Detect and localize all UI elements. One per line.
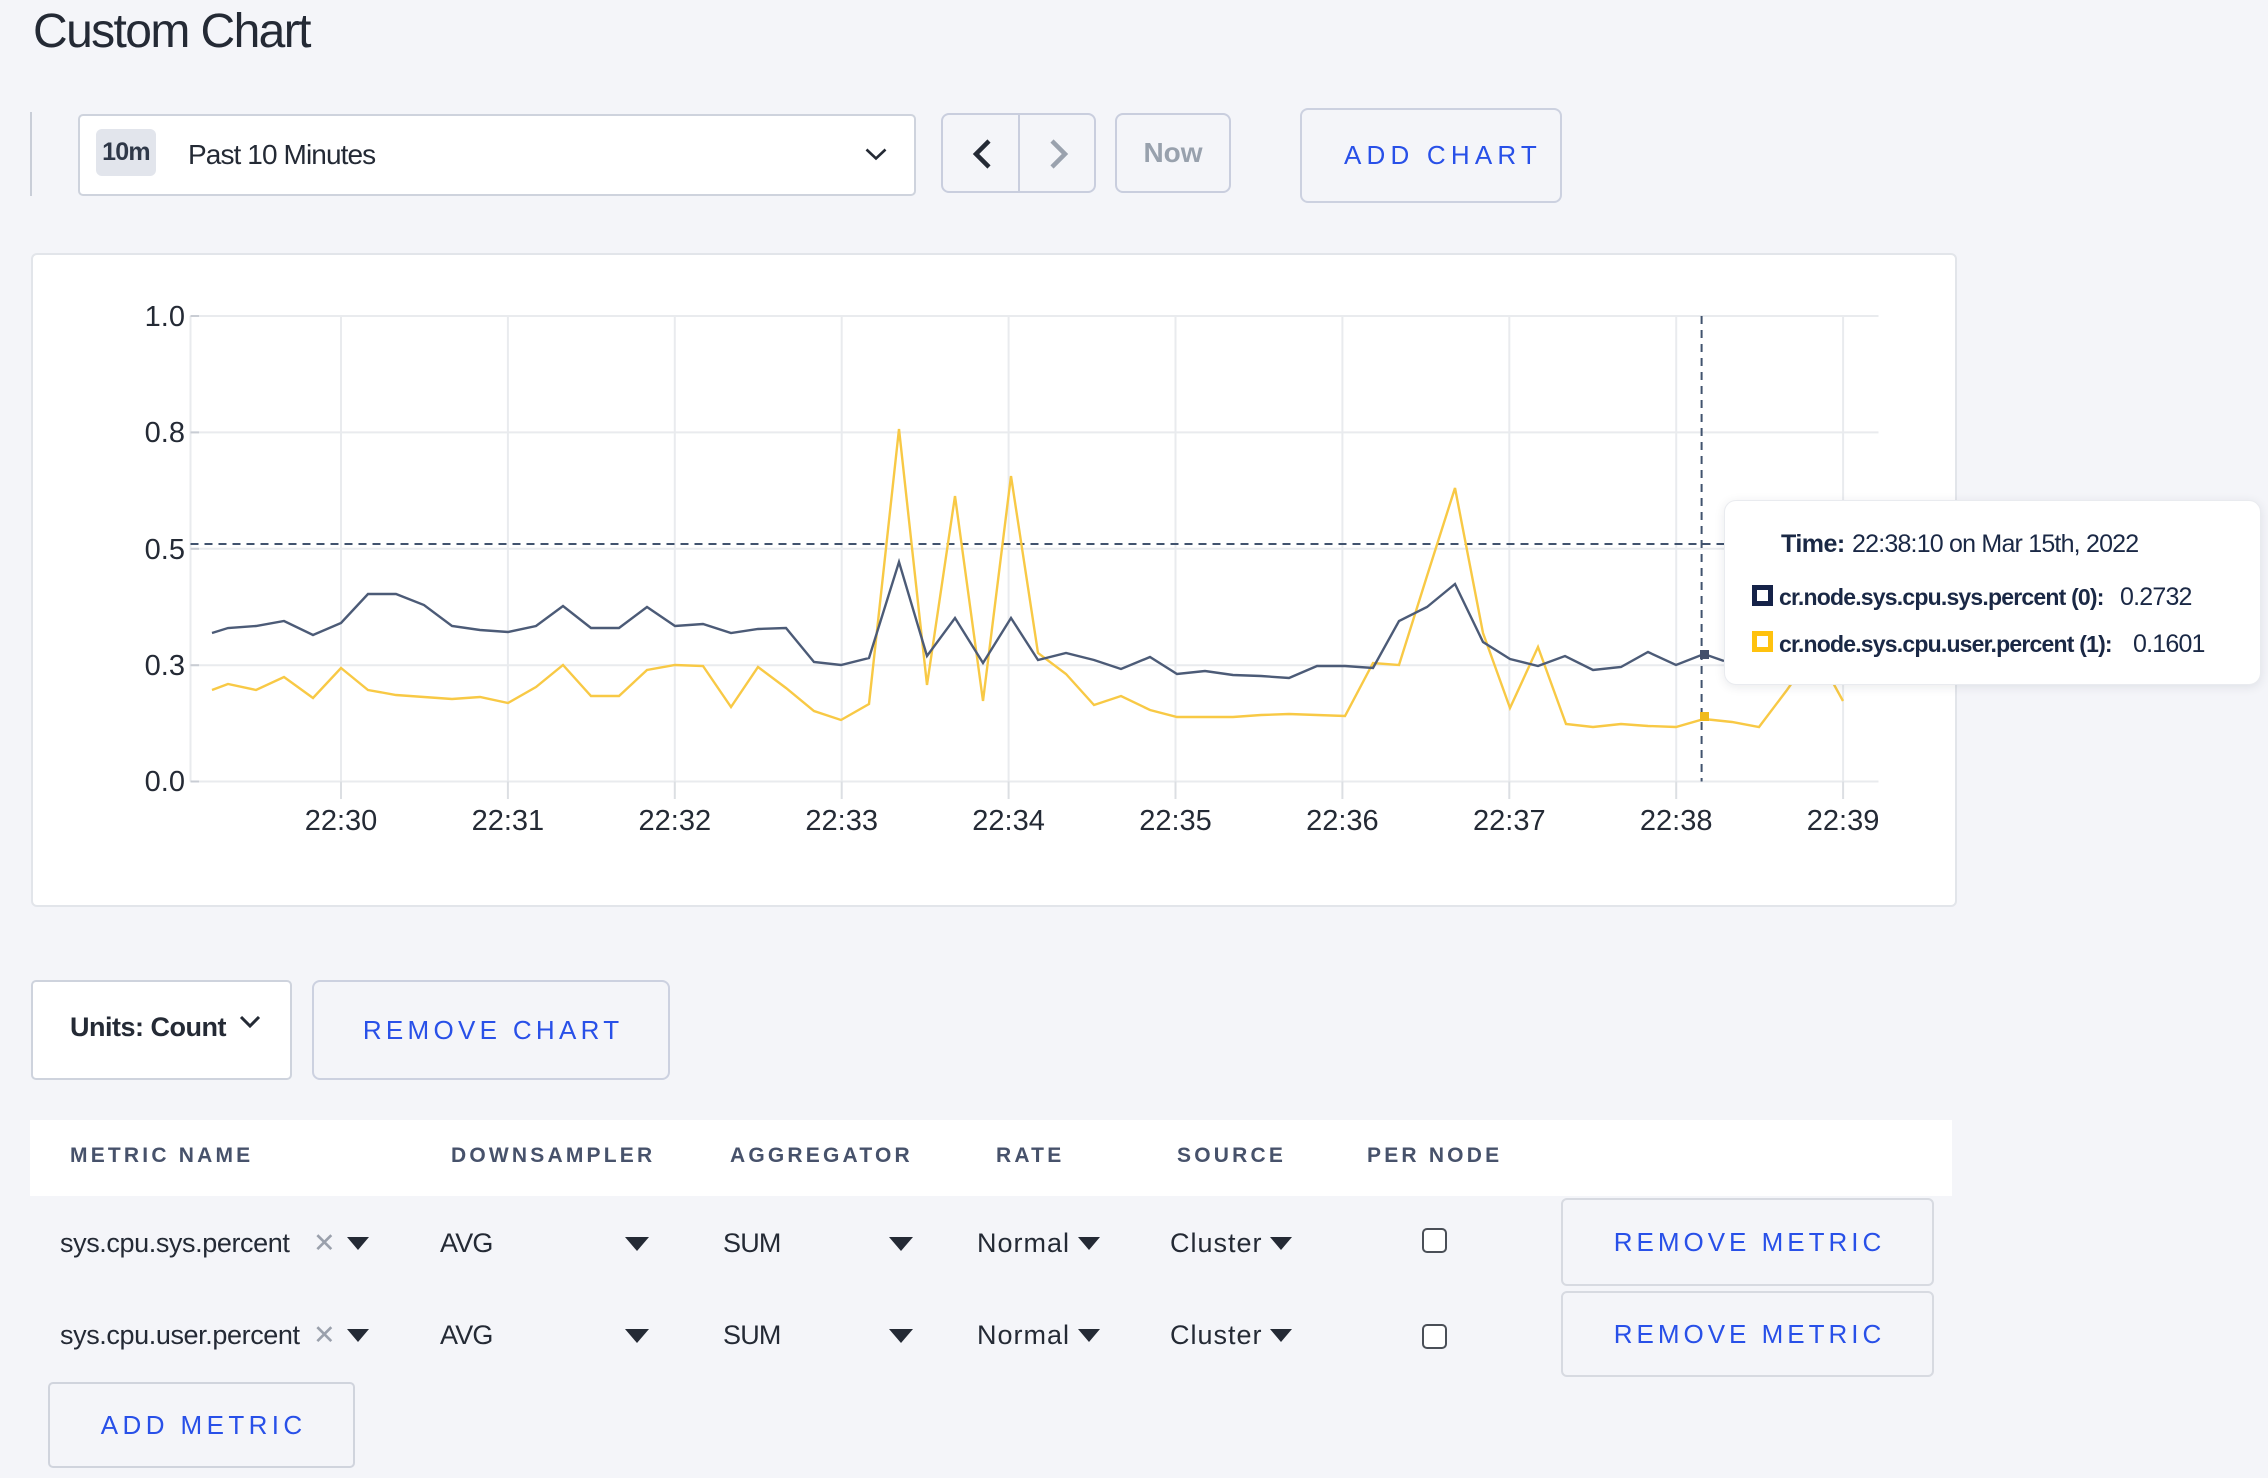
svg-text:22:30: 22:30 [305, 805, 378, 837]
svg-text:0.8: 0.8 [145, 417, 185, 449]
svg-text:22:33: 22:33 [805, 805, 878, 837]
svg-text:22:31: 22:31 [472, 805, 545, 837]
svg-text:22:32: 22:32 [639, 805, 712, 837]
svg-text:22:37: 22:37 [1473, 805, 1546, 837]
svg-text:0.5: 0.5 [145, 534, 185, 566]
svg-text:22:34: 22:34 [972, 805, 1045, 837]
svg-text:22:38: 22:38 [1640, 805, 1713, 837]
svg-text:22:39: 22:39 [1807, 805, 1880, 837]
svg-text:22:35: 22:35 [1139, 805, 1212, 837]
svg-text:1.0: 1.0 [145, 301, 185, 333]
svg-text:0.0: 0.0 [145, 766, 185, 798]
svg-text:22:36: 22:36 [1306, 805, 1379, 837]
svg-text:0.3: 0.3 [145, 650, 185, 682]
